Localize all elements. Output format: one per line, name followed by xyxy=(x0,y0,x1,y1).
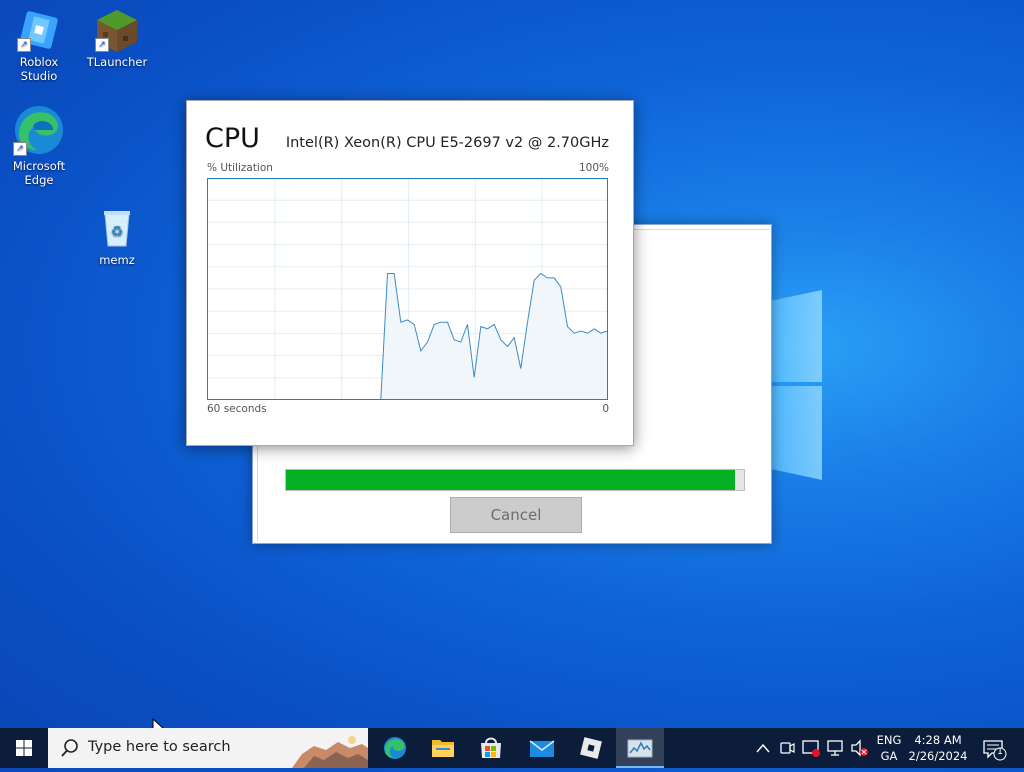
taskbar-edge-button[interactable] xyxy=(371,728,419,768)
folder-icon xyxy=(432,740,454,757)
desktop-icon-label: TLauncher xyxy=(86,55,148,69)
tlauncher-icon: ↗ xyxy=(95,8,139,52)
edge-icon xyxy=(384,737,406,759)
mail-icon xyxy=(529,740,555,757)
start-button[interactable] xyxy=(0,728,48,768)
clock-date: 2/26/2024 xyxy=(908,749,968,763)
desktop-icon-memz[interactable]: ♻ memz xyxy=(78,206,156,267)
svg-text:♻: ♻ xyxy=(111,224,124,240)
progress-bar xyxy=(285,469,745,491)
y-axis-label: % Utilization xyxy=(207,162,273,174)
y-axis-max-label: 100% xyxy=(578,162,609,174)
taskbar-mail-button[interactable] xyxy=(518,728,566,768)
taskbar-task-manager-button[interactable] xyxy=(616,728,664,768)
x-axis-min-label: 0 xyxy=(602,403,609,415)
clock-time: 4:28 AM xyxy=(914,733,962,747)
meet-now-icon[interactable] xyxy=(778,728,796,768)
task-manager-icon xyxy=(627,739,653,758)
language-code: ENG xyxy=(876,733,902,747)
cpu-performance-window[interactable]: CPU Intel(R) Xeon(R) CPU E5-2697 v2 @ 2.… xyxy=(186,100,634,446)
store-icon xyxy=(481,737,501,758)
recycle-bin-icon: ♻ xyxy=(95,206,139,250)
taskbar-file-explorer-button[interactable] xyxy=(419,728,467,768)
show-hidden-icons-chevron-icon[interactable] xyxy=(754,728,772,768)
search-highlight-image xyxy=(292,736,368,768)
cpu-series-area xyxy=(207,273,608,400)
taskbar-store-button[interactable] xyxy=(467,728,515,768)
taskbar-roblox-button[interactable] xyxy=(567,728,615,768)
desktop-icon-label: Roblox Studio xyxy=(19,55,59,83)
cancel-button[interactable]: Cancel xyxy=(450,497,582,533)
desktop-icon-tlauncher[interactable]: ↗ TLauncher xyxy=(78,8,156,69)
cpu-model-name: Intel(R) Xeon(R) CPU E5-2697 v2 @ 2.70GH… xyxy=(285,135,609,151)
wallpaper-windows-logo xyxy=(770,290,822,480)
keyboard-layout: GA xyxy=(880,749,898,763)
windows-start-icon xyxy=(16,740,32,756)
desktop-icon-roblox-studio[interactable]: ↗ Roblox Studio xyxy=(0,8,78,83)
cpu-utilization-graph xyxy=(207,178,608,400)
security-warning-icon[interactable] xyxy=(800,728,822,768)
search-placeholder: Type here to search xyxy=(88,739,231,755)
edge-icon: ↗ xyxy=(13,104,65,156)
network-icon[interactable] xyxy=(825,728,847,768)
roblox-icon xyxy=(580,737,602,759)
search-icon xyxy=(61,739,78,757)
roblox-studio-icon: ↗ xyxy=(17,8,61,52)
progress-bar-fill xyxy=(286,470,735,490)
taskbar: Type here to search ENG GA 4:28 AM 2/26/… xyxy=(0,728,1024,768)
action-center-button[interactable]: 1 xyxy=(978,728,1010,768)
desktop-icon-label: memz xyxy=(99,253,135,267)
notification-count: 1 xyxy=(997,747,1003,757)
language-indicator[interactable]: ENG GA xyxy=(872,732,906,764)
volume-muted-icon[interactable] xyxy=(849,728,871,768)
search-box[interactable]: Type here to search xyxy=(48,728,368,768)
x-axis-label: 60 seconds xyxy=(207,403,267,415)
desktop-icon-label: Microsoft Edge xyxy=(12,159,66,187)
desktop-icon-microsoft-edge[interactable]: ↗ Microsoft Edge xyxy=(0,104,78,187)
clock[interactable]: 4:28 AM 2/26/2024 xyxy=(906,732,970,764)
cpu-title: CPU xyxy=(205,123,260,154)
notifications-icon xyxy=(983,740,1007,761)
